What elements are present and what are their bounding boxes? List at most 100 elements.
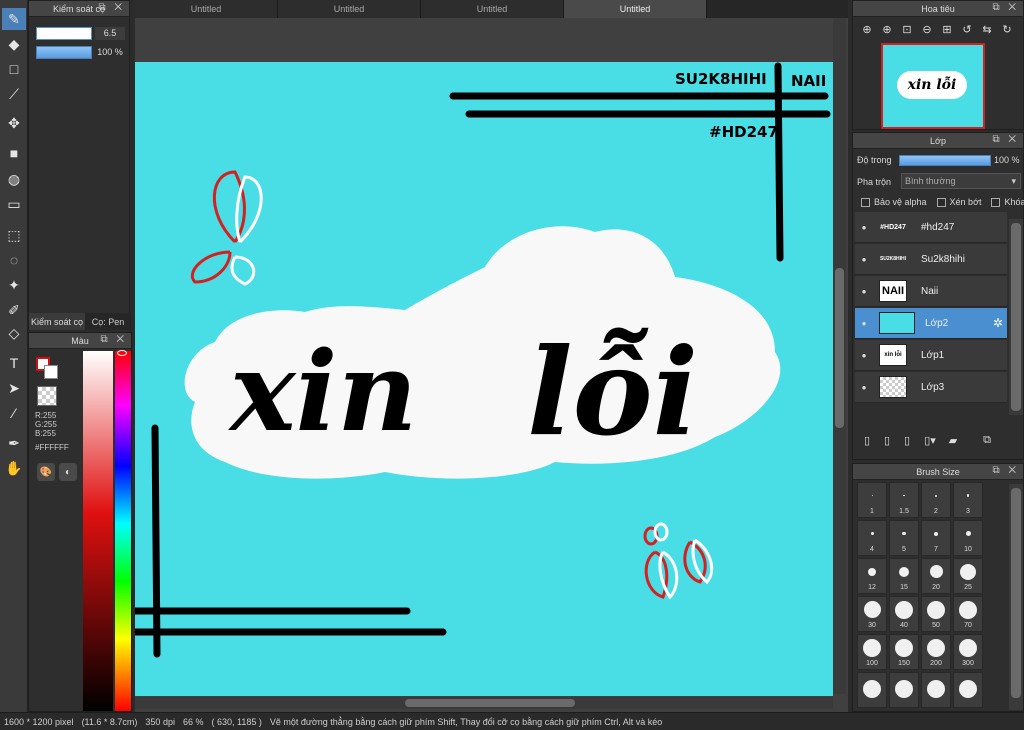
palette-icon[interactable]: 🎨: [37, 463, 55, 481]
rectangle-tool-icon[interactable]: □: [2, 58, 26, 80]
panel-pin-icon[interactable]: ⧉ ✕: [992, 465, 1019, 476]
tab-brush-pen[interactable]: Cọ: Pen: [85, 313, 131, 330]
layer-row[interactable]: ● Lớp3: [855, 372, 1007, 403]
bucket-tool-icon[interactable]: ◍: [2, 168, 26, 190]
panel-pin-icon[interactable]: ⧉ ✕: [992, 134, 1019, 145]
layers-scroll-thumb[interactable]: [1011, 223, 1021, 411]
brush-size-option[interactable]: [953, 672, 983, 708]
brush-tool-icon[interactable]: ✎: [2, 8, 26, 30]
layer-opacity-slider[interactable]: [899, 155, 991, 166]
brush-size-option[interactable]: 5: [889, 520, 919, 556]
brush-size-option[interactable]: 150: [889, 634, 919, 670]
flip-icon[interactable]: ⇆: [979, 21, 995, 37]
visibility-icon[interactable]: ●: [855, 223, 873, 232]
brush-size-option[interactable]: 30: [857, 596, 887, 632]
brush-size-option[interactable]: 1: [857, 482, 887, 518]
visibility-icon[interactable]: ●: [855, 287, 873, 296]
rotate-left-icon[interactable]: ↺: [959, 21, 975, 37]
lasso-icon[interactable]: ◌: [2, 249, 26, 271]
brush-size-option[interactable]: 70: [953, 596, 983, 632]
panel-pin-icon[interactable]: ⧉ ✕: [98, 2, 125, 13]
new-layer-icon[interactable]: ▯: [859, 432, 875, 448]
eyedropper-icon[interactable]: ✒: [2, 432, 26, 454]
brightness-gradient-bar[interactable]: [83, 351, 113, 711]
new-layer-1bit-icon[interactable]: ▯: [899, 432, 915, 448]
brush-size-option[interactable]: [857, 672, 887, 708]
blend-mode-select[interactable]: Bình thường ▾: [901, 173, 1021, 189]
select-pen-icon[interactable]: ✐: [2, 299, 26, 321]
brush-size-scroll-thumb[interactable]: [1011, 488, 1021, 698]
brush-size-option[interactable]: 1.5: [889, 482, 919, 518]
layer-row-selected[interactable]: ● Lớp2 ✲: [855, 308, 1007, 339]
zoom-fit-icon[interactable]: ⊕: [859, 21, 875, 37]
fit-window-icon[interactable]: ⊞: [939, 21, 955, 37]
text-tool-icon[interactable]: T: [2, 352, 26, 374]
visibility-icon[interactable]: ●: [855, 255, 873, 264]
visibility-icon[interactable]: ●: [855, 383, 873, 392]
brush-size-option[interactable]: 2: [921, 482, 951, 518]
select-rect-icon[interactable]: ⬚: [2, 224, 26, 246]
brush-size-option[interactable]: 7: [921, 520, 951, 556]
transparent-color-swatch[interactable]: [37, 386, 57, 406]
panel-pin-icon[interactable]: ⧉ ✕: [100, 334, 127, 345]
visibility-icon[interactable]: ●: [855, 351, 873, 360]
tab-untitled-1[interactable]: Untitled: [135, 0, 278, 18]
add-layer-menu-icon[interactable]: ▯▾: [919, 432, 941, 448]
hue-bar[interactable]: [115, 351, 131, 711]
brush-size-option[interactable]: 200: [921, 634, 951, 670]
zoom-actual-icon[interactable]: ⊡: [899, 21, 915, 37]
folder-icon[interactable]: ▰: [945, 432, 961, 448]
zoom-in-icon[interactable]: ⊕: [879, 21, 895, 37]
gradient-tool-icon[interactable]: ▭: [2, 193, 26, 215]
new-layer-8bit-icon[interactable]: ▯: [879, 432, 895, 448]
background-color-swatch[interactable]: [44, 365, 58, 379]
tab-untitled-3[interactable]: Untitled: [421, 0, 564, 18]
visibility-icon[interactable]: ●: [855, 319, 873, 328]
magic-wand-icon[interactable]: ✦: [2, 274, 26, 296]
layer-row[interactable]: ● #HD247 #hd247: [855, 212, 1007, 243]
vertical-scrollbar[interactable]: [833, 18, 846, 694]
brush-size-scrollbar[interactable]: [1009, 484, 1023, 710]
color-mix-icon[interactable]: ◐: [59, 463, 77, 481]
layer-row[interactable]: ● xin lỗi Lớp1: [855, 340, 1007, 371]
rotate-right-icon[interactable]: ↻: [999, 21, 1015, 37]
vertical-scroll-thumb[interactable]: [835, 268, 844, 428]
navigator-thumbnail[interactable]: xin lỗi: [881, 43, 985, 129]
tab-untitled-4[interactable]: Untitled: [564, 0, 707, 18]
panel-pin-icon[interactable]: ⧉ ✕: [992, 2, 1019, 13]
hand-tool-icon[interactable]: ✋: [2, 457, 26, 479]
brush-size-option[interactable]: 20: [921, 558, 951, 594]
select-eraser-icon[interactable]: ◇: [2, 322, 26, 344]
move-tool-icon[interactable]: ✥: [2, 112, 26, 134]
line-tool-icon[interactable]: ⟋: [2, 83, 26, 105]
brush-size-option[interactable]: 12: [857, 558, 887, 594]
brush-size-option[interactable]: 10: [953, 520, 983, 556]
dropper-tool-icon[interactable]: ⁄: [2, 402, 26, 424]
brush-size-option[interactable]: 4: [857, 520, 887, 556]
layer-row[interactable]: ● SU2K8HIHI Su2k8hihi: [855, 244, 1007, 275]
zoom-out-icon[interactable]: ⊖: [919, 21, 935, 37]
operation-tool-icon[interactable]: ➤: [2, 377, 26, 399]
brush-opacity-slider[interactable]: [36, 46, 92, 59]
tab-brush-control[interactable]: Kiểm soát cọ: [29, 313, 85, 330]
brush-size-option[interactable]: 3: [953, 482, 983, 518]
brush-size-slider[interactable]: [36, 27, 92, 40]
brush-size-option[interactable]: 15: [889, 558, 919, 594]
brush-size-option[interactable]: [889, 672, 919, 708]
protect-alpha-checkbox[interactable]: Bảo vệ alpha: [861, 197, 927, 208]
fill-rect-tool-icon[interactable]: ■: [2, 142, 26, 164]
lock-checkbox[interactable]: Khóa: [991, 197, 1024, 208]
tab-untitled-2[interactable]: Untitled: [278, 0, 421, 18]
brush-size-option[interactable]: 50: [921, 596, 951, 632]
brush-size-option[interactable]: 100: [857, 634, 887, 670]
eraser-tool-icon[interactable]: ◆: [2, 33, 26, 55]
brush-size-value[interactable]: 6.5: [95, 27, 125, 40]
horizontal-scroll-thumb[interactable]: [405, 699, 575, 707]
brush-size-option[interactable]: 25: [953, 558, 983, 594]
brush-size-option[interactable]: 40: [889, 596, 919, 632]
horizontal-scrollbar[interactable]: [135, 697, 833, 709]
hue-marker[interactable]: [117, 350, 127, 356]
brush-size-option[interactable]: [921, 672, 951, 708]
layer-row[interactable]: ● NAII Naii: [855, 276, 1007, 307]
brush-size-option[interactable]: 300: [953, 634, 983, 670]
